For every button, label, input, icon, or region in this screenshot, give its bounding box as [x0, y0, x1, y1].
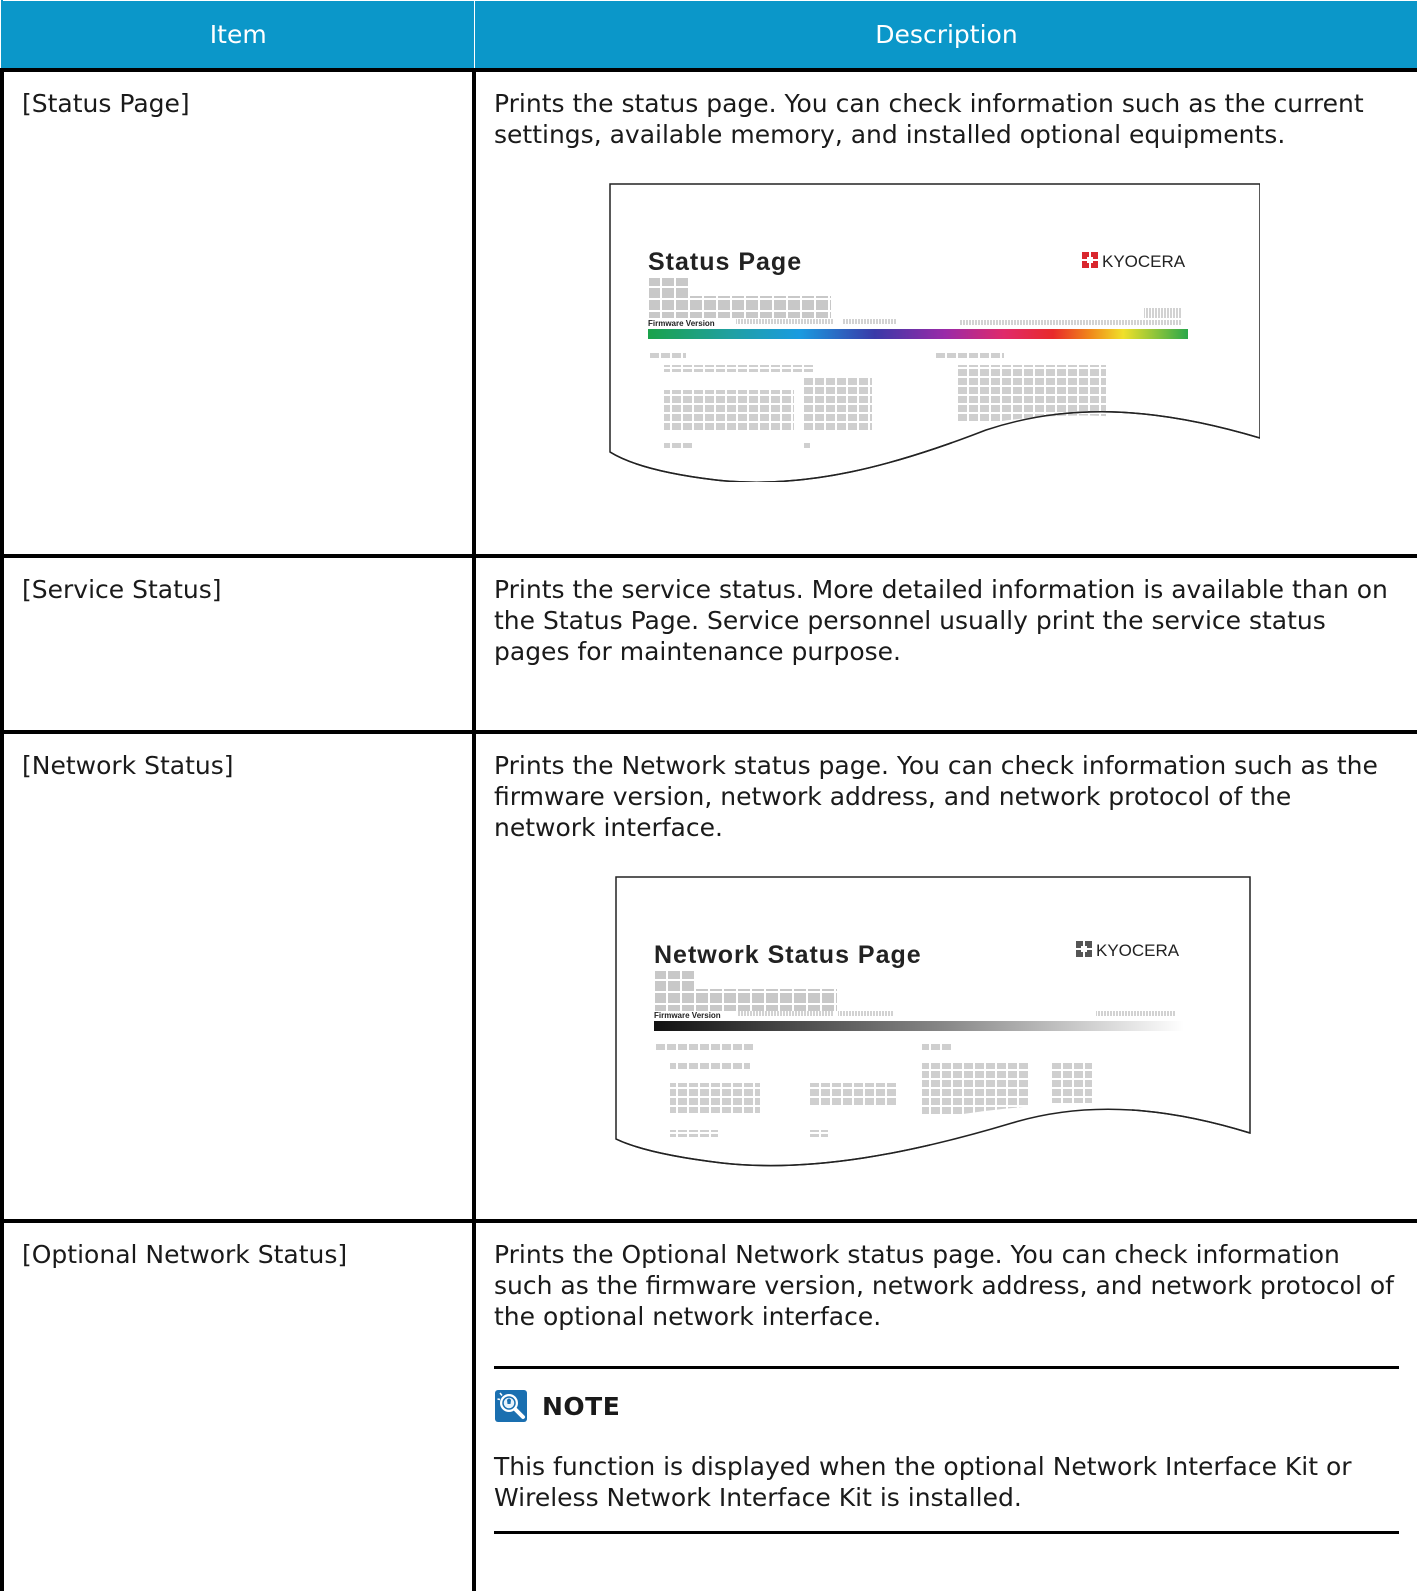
note-text: This function is displayed when the opti…	[494, 1452, 1352, 1512]
description-cell: Prints the service status. More detailed…	[472, 554, 1417, 734]
description-cell: Prints the Network status page. You can …	[472, 730, 1417, 1223]
lightbulb-magnifier-icon	[495, 1390, 527, 1422]
item-label: [Service Status]	[22, 575, 222, 604]
description-cell: Prints the status page. You can check in…	[472, 68, 1417, 558]
description-text: Prints the service status. More detailed…	[494, 575, 1388, 666]
illustration-title: Status Page	[648, 248, 802, 276]
note-box: NOTE This function is displayed when the…	[494, 1366, 1399, 1534]
description-text: Prints the status page. You can check in…	[494, 89, 1364, 149]
item-label: [Status Page]	[22, 89, 190, 118]
item-cell: [Status Page]	[0, 68, 476, 558]
header-item: Item	[1, 0, 475, 71]
description-text: Prints the Optional Network status page.…	[494, 1240, 1394, 1331]
header-description: Description	[473, 0, 1417, 71]
network-status-page-illustration: Network Status Page KYOCERA Firmware Ver…	[615, 876, 1251, 1171]
table-row: [Status Page] Prints the status page. Yo…	[0, 68, 1417, 558]
item-label: [Optional Network Status]	[22, 1240, 348, 1269]
table-row: [Optional Network Status] Prints the Opt…	[0, 1219, 1417, 1591]
grayscale-bar	[654, 1021, 1184, 1031]
note-title: NOTE	[542, 1391, 621, 1421]
note-header: NOTE	[494, 1389, 1399, 1423]
table-row: [Network Status] Prints the Network stat…	[0, 730, 1417, 1223]
description-cell: Prints the Optional Network status page.…	[472, 1219, 1417, 1591]
table-row: [Service Status] Prints the service stat…	[0, 554, 1417, 734]
firmware-label: Firmware Version	[654, 1011, 721, 1020]
illustration-title: Network Status Page	[654, 941, 922, 969]
brand-text: KYOCERA	[1102, 252, 1186, 271]
brand-text: KYOCERA	[1096, 941, 1180, 960]
item-cell: [Optional Network Status]	[0, 1219, 476, 1591]
settings-table: Item Description [Status Page] Prints th…	[0, 0, 1417, 1591]
status-page-illustration: Status Page KYOCERA Firmware Version	[609, 183, 1260, 482]
color-spectrum-bar	[648, 329, 1188, 339]
item-cell: [Service Status]	[0, 554, 476, 734]
firmware-label: Firmware Version	[648, 319, 715, 328]
description-text: Prints the Network status page. You can …	[494, 751, 1378, 842]
item-cell: [Network Status]	[0, 730, 476, 1223]
item-label: [Network Status]	[22, 751, 234, 780]
table-header-row: Item Description	[1, 0, 1417, 71]
